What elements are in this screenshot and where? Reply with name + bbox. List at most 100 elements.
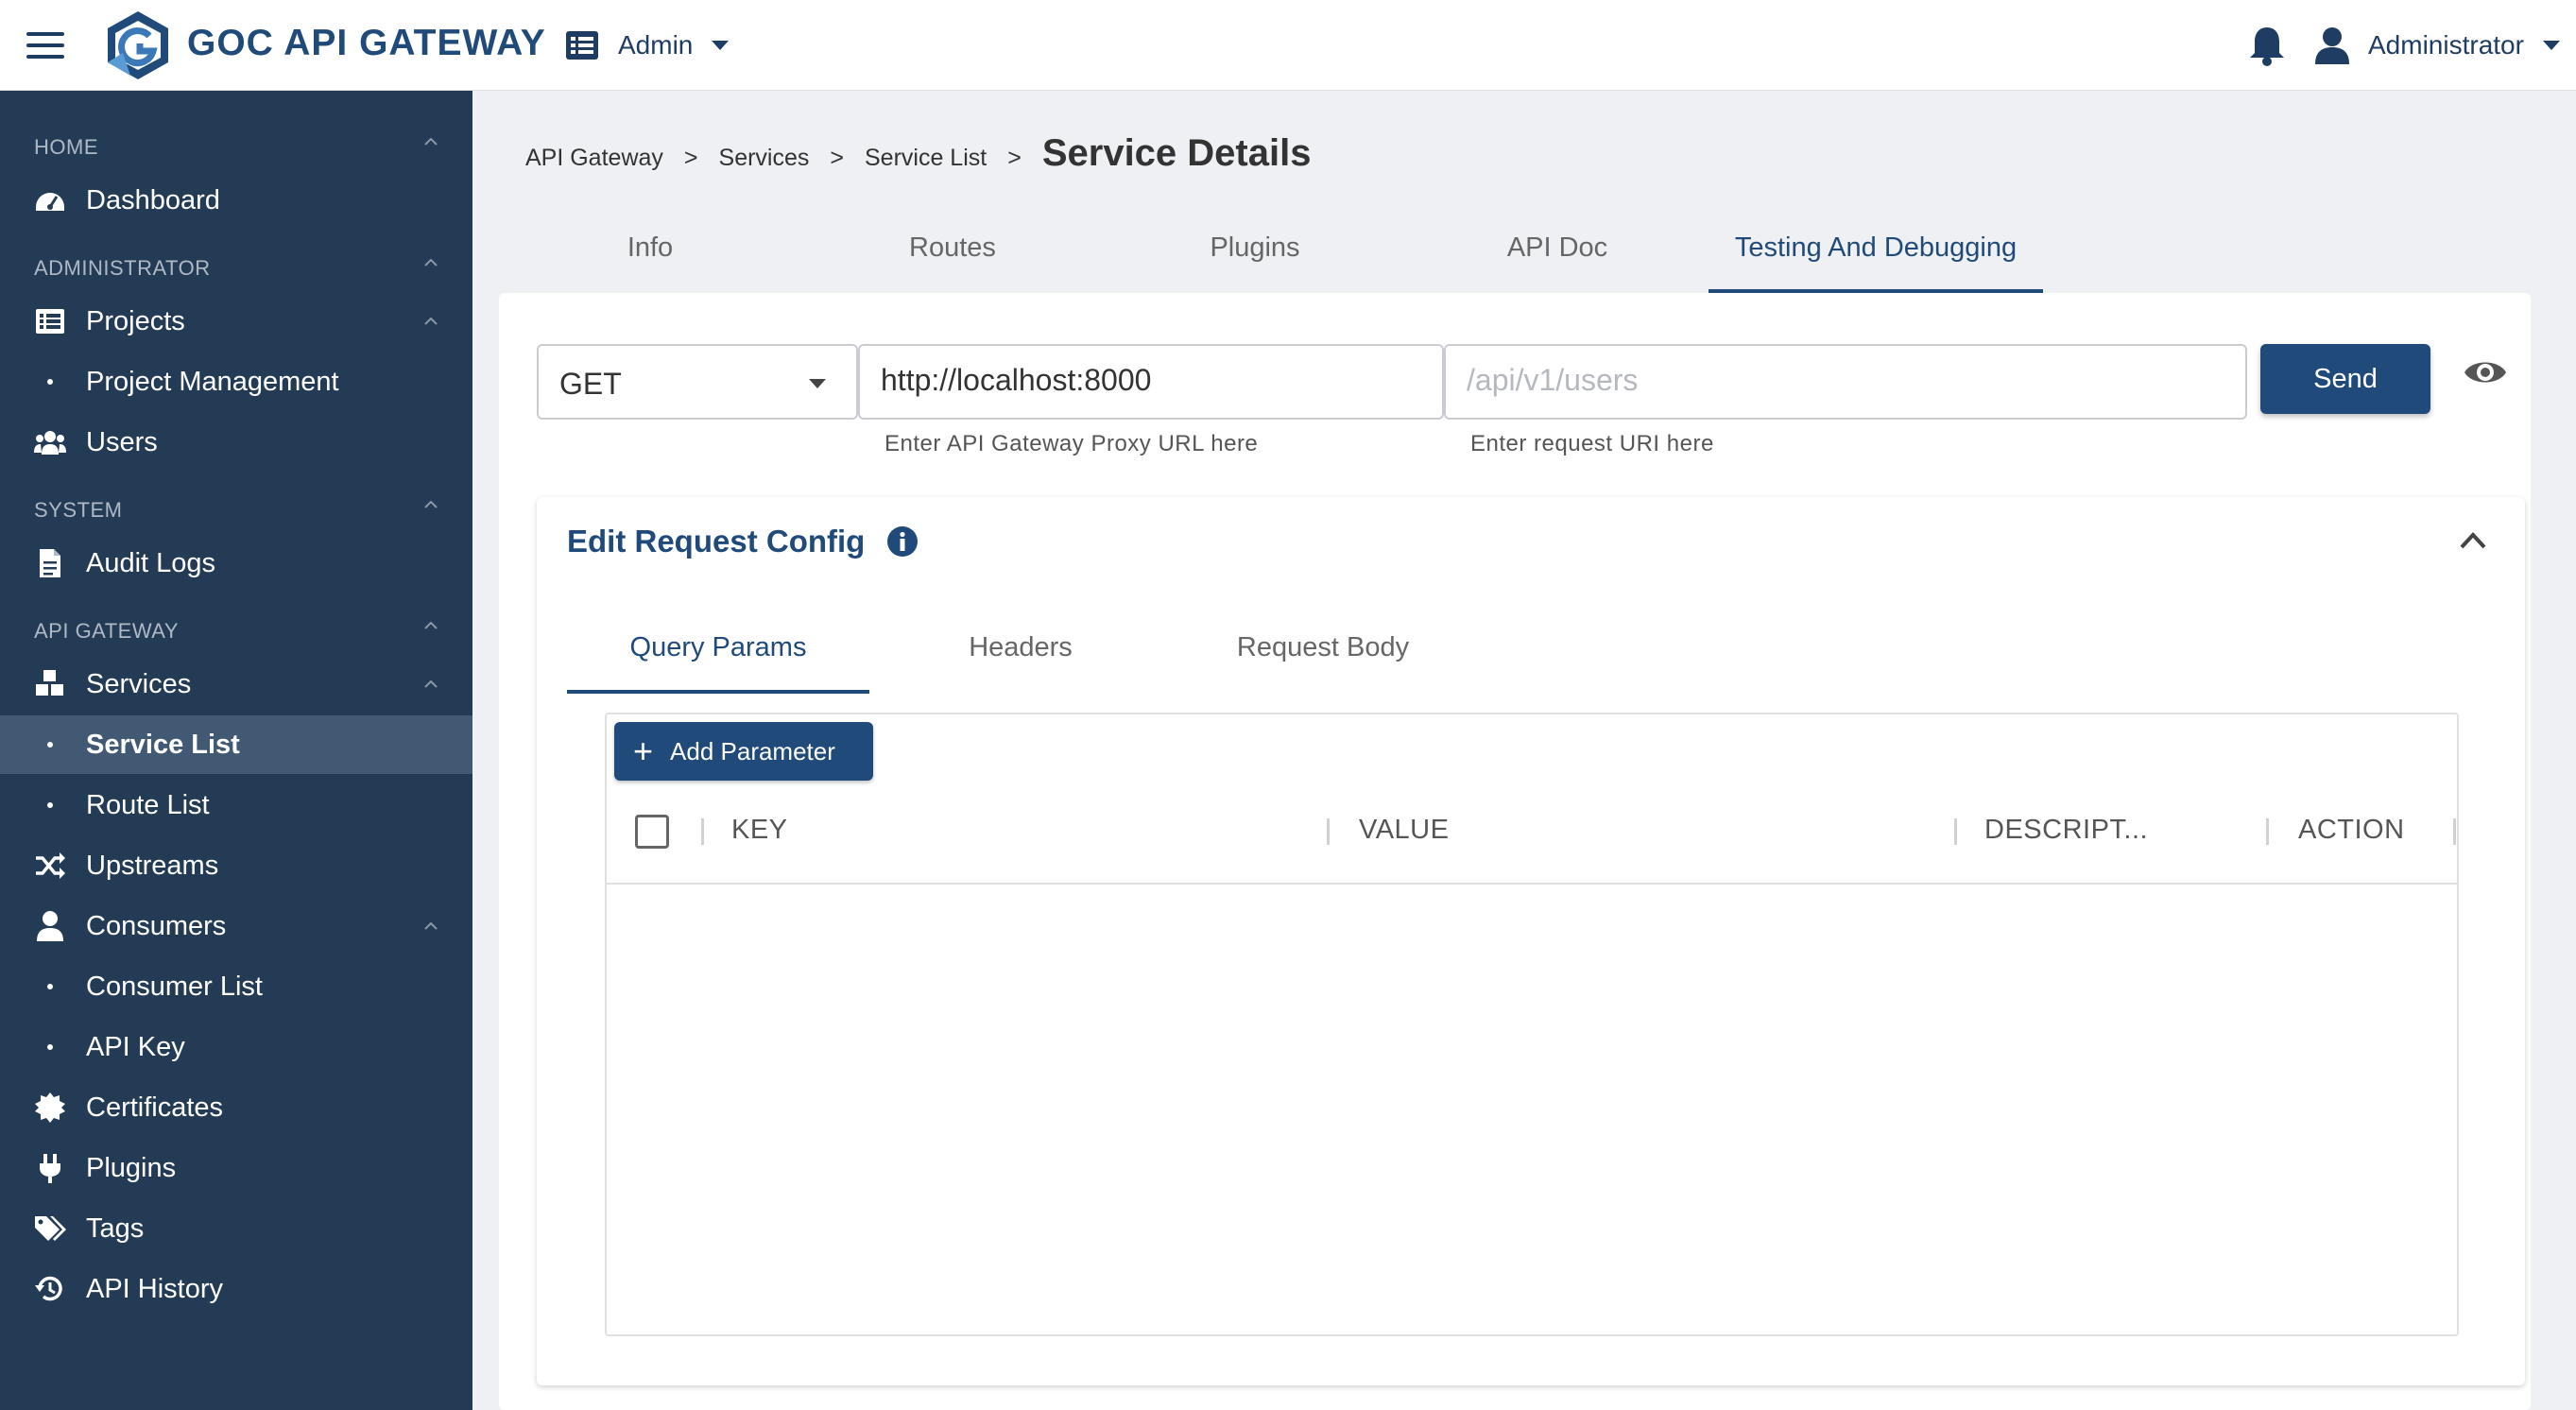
subtab-headers[interactable]: Headers	[869, 609, 1172, 694]
sidebar-item-label: Projects	[86, 305, 185, 336]
user-menu-dropdown[interactable]: Administrator	[2315, 23, 2560, 68]
proxy-url-hint: Enter API Gateway Proxy URL here	[884, 431, 1259, 456]
column-header-value[interactable]: VALUE	[1359, 815, 1449, 846]
bullet-icon	[47, 742, 53, 748]
tab-api-doc[interactable]: API Doc	[1459, 212, 1656, 293]
sidebar-item-label: Dashboard	[86, 184, 220, 215]
bullet-icon	[47, 379, 53, 385]
column-separator[interactable]	[2453, 818, 2456, 845]
plug-icon	[40, 1154, 60, 1183]
sidebar-item-label: Tags	[86, 1212, 145, 1244]
sidebar-item-label: Route List	[86, 789, 210, 820]
chevron-up-icon[interactable]	[423, 497, 438, 512]
user-icon	[37, 911, 63, 941]
sidebar-item-service-list[interactable]: Service List	[0, 715, 472, 774]
request-uri-field[interactable]	[1444, 344, 2247, 420]
sidebar-item-plugins[interactable]: Plugins	[0, 1139, 472, 1197]
proxy-url-field[interactable]	[858, 344, 1444, 420]
breadcrumb-services[interactable]: Services	[719, 145, 810, 172]
bullet-icon	[47, 984, 53, 989]
tags-icon	[35, 1216, 66, 1241]
subtab-query-params[interactable]: Query Params	[567, 609, 869, 694]
sidebar-item-label: Consumers	[86, 910, 227, 941]
sidebar-item-api-history[interactable]: API History	[0, 1260, 472, 1318]
sidebar-item-route-list[interactable]: Route List	[0, 776, 472, 834]
sidebar-item-label: API Key	[86, 1031, 185, 1062]
params-grid	[605, 713, 2459, 1336]
sidebar-item-certificates[interactable]: Certificates	[0, 1078, 472, 1137]
proxy-url-input[interactable]	[881, 363, 1425, 398]
column-separator[interactable]	[2266, 818, 2269, 845]
sidebar-item-consumer-list[interactable]: Consumer List	[0, 957, 472, 1016]
add-parameter-button[interactable]: + Add Parameter	[614, 722, 873, 781]
user-icon	[2315, 27, 2349, 64]
section-api-gateway: API GATEWAY	[34, 619, 180, 643]
breadcrumb-api-gateway[interactable]: API Gateway	[525, 145, 663, 172]
column-header-action[interactable]: ACTION	[2298, 815, 2405, 846]
sidebar-item-users[interactable]: Users	[0, 413, 472, 472]
chevron-up-icon	[424, 921, 438, 930]
tab-routes[interactable]: Routes	[854, 212, 1051, 293]
eye-icon[interactable]	[2463, 353, 2508, 391]
tab-testing-and-debugging[interactable]: Testing And Debugging	[1709, 212, 2043, 293]
grid-header-divider	[607, 883, 2457, 885]
sidebar-item-label: Users	[86, 426, 158, 457]
request-uri-input[interactable]	[1467, 363, 2228, 398]
chevron-up-icon[interactable]	[423, 134, 438, 149]
sidebar-item-api-key[interactable]: API Key	[0, 1018, 472, 1076]
breadcrumb-separator: >	[1007, 145, 1022, 171]
http-method-select[interactable]: GET	[537, 344, 858, 420]
select-all-checkbox[interactable]	[635, 815, 669, 849]
send-button[interactable]: Send	[2260, 344, 2430, 414]
column-separator[interactable]	[1327, 818, 1330, 845]
sidebar-item-services[interactable]: Services	[0, 655, 472, 714]
add-parameter-label: Add Parameter	[670, 736, 835, 765]
sidebar-item-label: API History	[86, 1273, 224, 1304]
sidebar-item-label: Project Management	[86, 366, 339, 397]
menu-icon[interactable]	[26, 32, 64, 59]
sidebar-item-label: Services	[86, 668, 192, 699]
request-uri-hint: Enter request URI here	[1470, 431, 1714, 456]
chevron-down-icon	[2542, 41, 2560, 50]
sidebar-item-upstreams[interactable]: Upstreams	[0, 836, 472, 895]
certificate-icon	[35, 1092, 65, 1123]
user-name: Administrator	[2368, 30, 2524, 60]
column-separator[interactable]	[1954, 818, 1957, 845]
sidebar-item-projects[interactable]: Projects	[0, 292, 472, 351]
list-icon	[36, 309, 64, 334]
chevron-down-icon	[712, 41, 730, 50]
sidebar-item-audit-logs[interactable]: Audit Logs	[0, 534, 472, 593]
users-icon	[34, 431, 66, 455]
http-method-value: GET	[559, 367, 622, 401]
section-home: HOME	[34, 135, 98, 159]
chevron-up-icon[interactable]	[2457, 529, 2489, 552]
sidebar-item-consumers[interactable]: Consumers	[0, 897, 472, 955]
bell-icon[interactable]	[2247, 25, 2287, 66]
history-icon	[35, 1276, 62, 1301]
column-header-key[interactable]: KEY	[731, 815, 788, 846]
sidebar-item-label: Consumer List	[86, 971, 263, 1002]
page-title: Service Details	[1041, 132, 1312, 174]
shuffle-icon	[36, 852, 65, 879]
admin-menu-label: Admin	[618, 30, 694, 60]
breadcrumb-service-list[interactable]: Service List	[865, 145, 987, 172]
sidebar-item-dashboard[interactable]: Dashboard	[0, 171, 472, 230]
top-bar: GOC API GATEWAY Admin Administrator	[0, 0, 2576, 91]
info-icon[interactable]	[886, 525, 919, 558]
sidebar-item-tags[interactable]: Tags	[0, 1199, 472, 1258]
subtab-request-body[interactable]: Request Body	[1172, 609, 1474, 694]
chevron-up-icon[interactable]	[423, 618, 438, 633]
breadcrumb-separator: >	[830, 145, 844, 171]
cubes-icon	[36, 670, 63, 696]
chevron-up-icon[interactable]	[423, 255, 438, 270]
column-separator[interactable]	[701, 818, 704, 845]
column-header-description[interactable]: DESCRIPT...	[1984, 815, 2148, 846]
section-administrator: ADMINISTRATOR	[34, 256, 211, 280]
sidebar-item-project-management[interactable]: Project Management	[0, 352, 472, 411]
dashboard-icon	[36, 193, 64, 211]
breadcrumb-separator: >	[683, 145, 698, 171]
bullet-icon	[47, 1044, 53, 1050]
tab-info[interactable]: Info	[552, 212, 748, 293]
admin-menu-dropdown[interactable]: Admin	[565, 25, 730, 66]
tab-plugins[interactable]: Plugins	[1157, 212, 1353, 293]
